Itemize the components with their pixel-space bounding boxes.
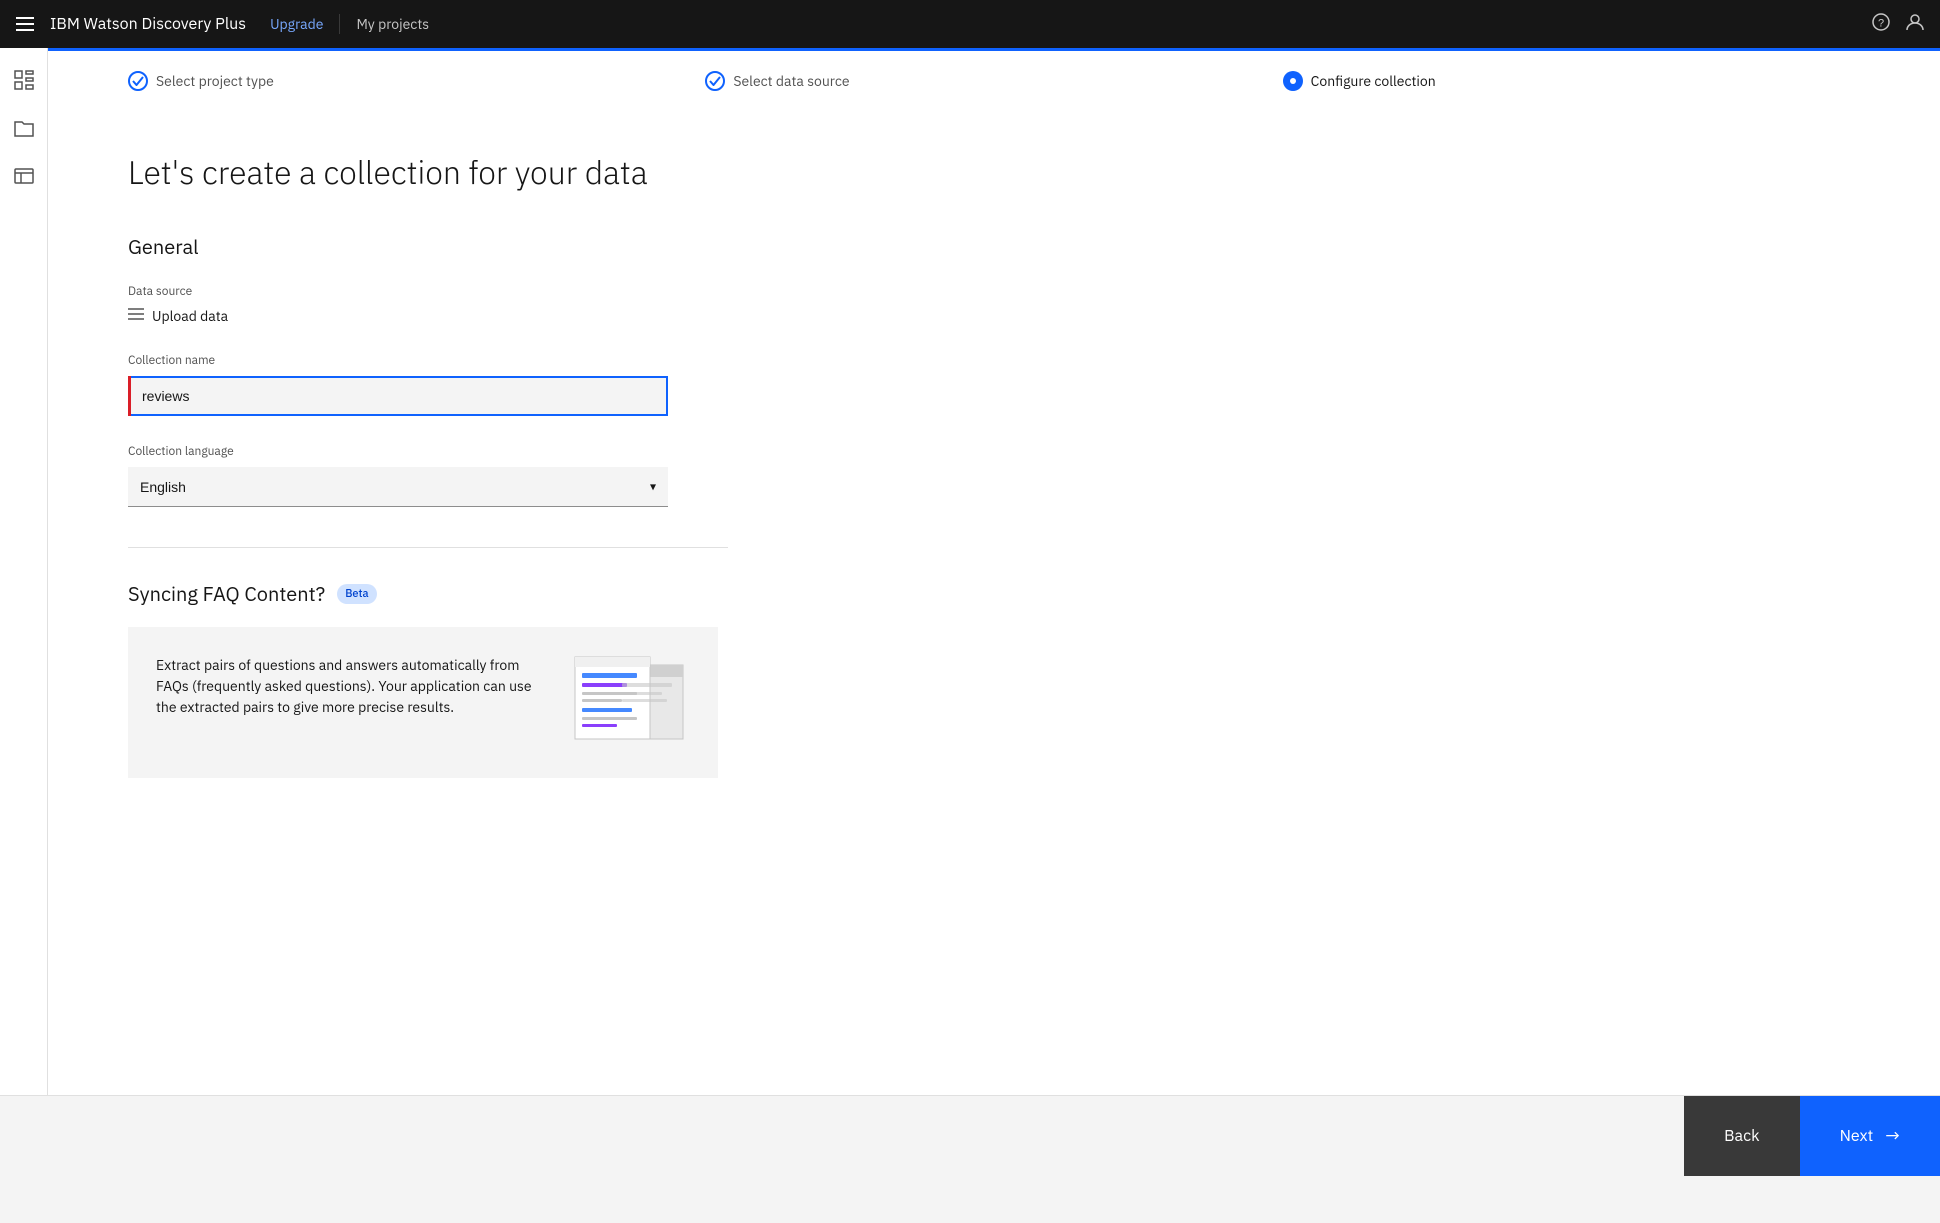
section-divider bbox=[128, 547, 728, 548]
collection-language-label: Collection language bbox=[128, 444, 1860, 459]
upgrade-link[interactable]: Upgrade bbox=[270, 15, 323, 33]
sidebar-icon-folder[interactable] bbox=[8, 112, 40, 144]
general-section-title: General bbox=[128, 233, 1860, 260]
nav-right-actions: ? bbox=[1872, 13, 1924, 36]
faq-card: Extract pairs of questions and answers a… bbox=[128, 627, 718, 778]
my-projects-link[interactable]: My projects bbox=[356, 15, 429, 33]
sidebar bbox=[0, 48, 48, 1175]
step-1: Select project type bbox=[128, 71, 705, 91]
faq-description: Extract pairs of questions and answers a… bbox=[156, 655, 546, 718]
progress-steps: Select project type Select data source C… bbox=[48, 51, 1940, 111]
back-button[interactable]: Back bbox=[1684, 1096, 1799, 1176]
sidebar-icon-data[interactable] bbox=[8, 160, 40, 192]
page-body: Let's create a collection for your data … bbox=[48, 111, 1940, 898]
step-3-label: Configure collection bbox=[1311, 72, 1436, 90]
step-1-label: Select project type bbox=[156, 72, 274, 90]
beta-badge: Beta bbox=[337, 584, 376, 604]
collection-language-wrapper: English French German Spanish Italian Ja… bbox=[128, 467, 668, 507]
red-indicator bbox=[128, 376, 131, 416]
arrow-right-icon: → bbox=[1885, 1124, 1900, 1147]
sidebar-icon-projects[interactable] bbox=[8, 64, 40, 96]
collection-name-label: Collection name bbox=[128, 353, 1860, 368]
app-title: IBM Watson Discovery Plus bbox=[50, 14, 246, 34]
upload-icon bbox=[128, 307, 144, 325]
step-3-icon bbox=[1283, 71, 1303, 91]
syncing-row: Syncing FAQ Content? Beta bbox=[128, 580, 1860, 607]
data-source-label: Data source bbox=[128, 284, 1860, 299]
step-2-label: Select data source bbox=[733, 72, 849, 90]
step-2-icon bbox=[705, 71, 725, 91]
progress-bar-container: Select project type Select data source C… bbox=[48, 48, 1940, 111]
collection-language-select[interactable]: English French German Spanish Italian Ja… bbox=[128, 467, 668, 507]
help-icon[interactable]: ? bbox=[1872, 13, 1890, 36]
faq-illustration bbox=[570, 655, 690, 750]
step-3: Configure collection bbox=[1283, 71, 1860, 91]
nav-divider bbox=[339, 14, 340, 34]
svg-text:?: ? bbox=[1878, 17, 1884, 29]
menu-icon[interactable] bbox=[16, 13, 34, 36]
data-source-row: Upload data bbox=[128, 307, 1860, 325]
main-content: Select project type Select data source C… bbox=[48, 48, 1940, 1175]
step-1-icon bbox=[128, 71, 148, 91]
user-icon[interactable] bbox=[1906, 13, 1924, 36]
syncing-title: Syncing FAQ Content? bbox=[128, 580, 325, 607]
page-title: Let's create a collection for your data bbox=[128, 151, 1860, 193]
collection-name-input[interactable] bbox=[128, 376, 668, 416]
next-button[interactable]: Next → bbox=[1800, 1096, 1940, 1176]
top-navigation: IBM Watson Discovery Plus Upgrade My pro… bbox=[0, 0, 1940, 48]
next-label: Next bbox=[1840, 1126, 1874, 1146]
step-2: Select data source bbox=[705, 71, 1282, 91]
data-source-value: Upload data bbox=[152, 307, 228, 325]
collection-name-wrapper bbox=[128, 376, 668, 416]
bottom-bar: Back Next → bbox=[0, 1095, 1940, 1175]
